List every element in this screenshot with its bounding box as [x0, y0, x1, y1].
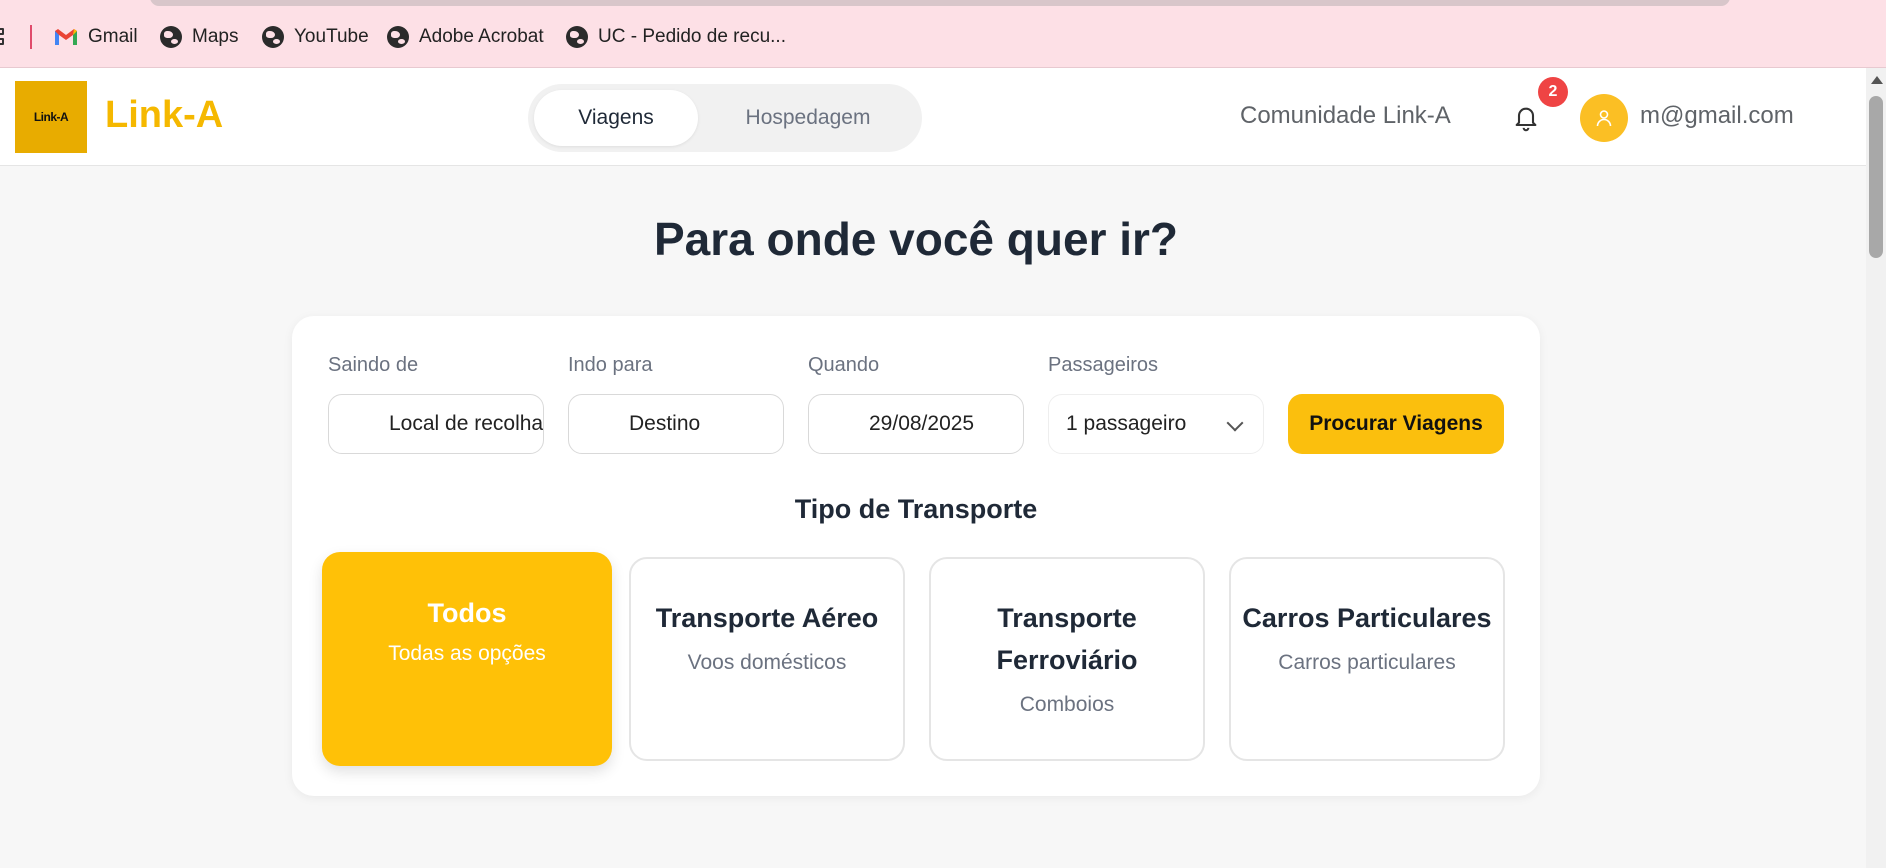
origin-input[interactable]: Local de recolha [328, 394, 544, 454]
apps-grid-icon[interactable] [0, 28, 8, 46]
date-label: Quando [808, 354, 880, 376]
transport-description: Carros particulares [1278, 651, 1456, 674]
transport-name: Transporte Ferroviário [996, 603, 1138, 675]
bookmark-gmail[interactable]: Gmail [54, 24, 138, 50]
page-scrollbar[interactable] [1866, 68, 1886, 868]
to-label: Indo para [568, 354, 653, 376]
transport-name: Carros Particulares [1242, 603, 1492, 633]
globe-icon [160, 26, 182, 48]
brand-name[interactable]: Link-A [105, 94, 223, 137]
transport-type-title: Tipo de Transporte [794, 494, 1038, 524]
bookmark-label: YouTube [294, 26, 369, 47]
globe-icon [262, 26, 284, 48]
passengers-label: Passageiros [1048, 354, 1159, 376]
destination-input[interactable]: Destino [568, 394, 784, 454]
bookmark-label: Adobe Acrobat [419, 26, 544, 47]
logo[interactable]: Link-A [15, 81, 87, 153]
transport-name: Transporte Aéreo [655, 603, 879, 633]
date-input[interactable]: 29/08/2025 [808, 394, 1024, 454]
scroll-up-icon[interactable] [1871, 76, 1883, 84]
scroll-thumb[interactable] [1869, 96, 1883, 258]
tab-hospedagem[interactable]: Hospedagem [708, 90, 908, 146]
transport-option-carros[interactable]: Carros Particulares Carros particulares [1229, 557, 1505, 761]
transport-description: Voos domésticos [687, 651, 847, 674]
globe-icon [566, 26, 588, 48]
globe-icon [387, 26, 409, 48]
bookmark-separator [30, 25, 32, 49]
logo-text: Link-A [33, 110, 69, 124]
tab-viagens[interactable]: Viagens [534, 90, 698, 146]
bookmark-label: Maps [192, 26, 239, 47]
bookmark-label: Gmail [88, 26, 138, 47]
bell-icon[interactable] [1512, 104, 1540, 132]
mode-toggle: Viagens Hospedagem [528, 84, 922, 152]
community-link[interactable]: Comunidade Link-A [1240, 102, 1451, 130]
transport-description: Comboios [1019, 693, 1115, 716]
bookmark-uc-pedido[interactable]: UC - Pedido de recu... [566, 24, 786, 50]
transport-option-aereo[interactable]: Transporte Aéreo Voos domésticos [629, 557, 905, 761]
user-icon [1596, 110, 1612, 127]
gmail-icon [54, 28, 78, 46]
tab-strip-edge [150, 0, 1730, 6]
bookmarks-bar: Gmail Maps YouTube Adobe Acrobat UC - Pe… [0, 0, 1886, 68]
page-title: Para onde você quer ir? [653, 213, 1179, 265]
transport-option-ferroviario[interactable]: Transporte Ferroviário Comboios [929, 557, 1205, 761]
bookmark-adobe-acrobat[interactable]: Adobe Acrobat [387, 24, 544, 50]
user-avatar[interactable] [1580, 94, 1628, 142]
transport-description: Todas as opções [388, 642, 546, 665]
notification-badge: 2 [1538, 77, 1568, 107]
bookmark-maps[interactable]: Maps [160, 24, 238, 50]
search-trips-button[interactable]: Procurar Viagens [1288, 394, 1504, 454]
passengers-select[interactable]: 1 passageiro [1048, 394, 1264, 454]
passengers-value: 1 passageiro [1066, 412, 1187, 435]
bookmark-label: UC - Pedido de recu... [598, 26, 786, 47]
transport-name: Todos [427, 598, 507, 628]
site-header: Link-A Link-A Viagens Hospedagem Comunid… [0, 68, 1866, 166]
search-card: Saindo de Indo para Quando Passageiros L… [292, 316, 1540, 796]
user-email[interactable]: m@gmail.com [1640, 102, 1794, 130]
bookmark-youtube[interactable]: YouTube [262, 24, 369, 50]
transport-option-todos[interactable]: Todos Todas as opções [322, 552, 612, 766]
from-label: Saindo de [328, 354, 419, 376]
chevron-down-icon [1226, 414, 1244, 432]
